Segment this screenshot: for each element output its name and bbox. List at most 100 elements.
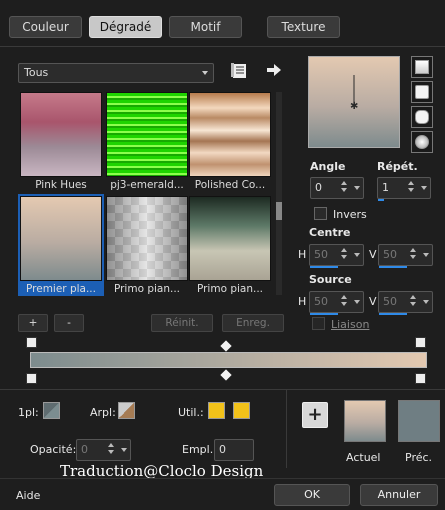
repeat-label: Répét. <box>377 160 418 173</box>
gradient-color-stop-right[interactable] <box>415 373 426 384</box>
gradient-thumb-primo-piano-2[interactable] <box>189 196 271 281</box>
spinner-arrows-icon[interactable] <box>408 247 418 263</box>
source-h-slider-bar[interactable] <box>310 313 338 315</box>
foreground-stop-icon[interactable] <box>43 402 60 419</box>
section-divider <box>0 389 445 390</box>
style-rectangular-button[interactable] <box>411 81 433 103</box>
gradient-label: Primo pian... <box>196 283 264 295</box>
footer-divider <box>0 478 445 479</box>
angle-input[interactable]: 0 <box>310 177 364 199</box>
gradient-label: Premier pla... <box>26 283 96 295</box>
tab-degrade[interactable]: Dégradé <box>89 16 162 38</box>
opacity-label: Opacité: <box>30 443 77 456</box>
center-h-slider-bar[interactable] <box>310 266 338 268</box>
source-v-input[interactable]: 50 <box>378 291 433 315</box>
gradient-thumb-premier-plan[interactable] <box>20 196 102 281</box>
angle-value: 0 <box>315 181 322 194</box>
gradient-color-stop-left[interactable] <box>26 373 37 384</box>
tab-motif[interactable]: Motif <box>169 16 242 38</box>
gradient-thumb-primo-piano-1[interactable] <box>106 196 188 281</box>
opacity-input[interactable]: 0 <box>76 439 131 461</box>
source-v-label: V <box>369 295 377 308</box>
gradient-preview[interactable]: ✱ <box>308 56 400 148</box>
spinner-arrows-icon[interactable] <box>408 294 418 310</box>
ok-button[interactable]: OK <box>274 484 350 506</box>
chevron-down-icon[interactable] <box>354 300 360 304</box>
opacity-midpoint-marker[interactable] <box>220 340 232 352</box>
style-sunburst-button[interactable] <box>411 106 433 128</box>
gradient-editor-bar[interactable] <box>30 352 427 368</box>
reset-button[interactable]: Réinit. <box>151 314 213 332</box>
chevron-down-icon[interactable] <box>354 253 360 257</box>
user-color-label: Util.: <box>178 406 204 419</box>
help-link[interactable]: Aide <box>16 489 40 502</box>
chevron-down-icon[interactable] <box>423 253 429 257</box>
spinner-arrows-icon[interactable] <box>106 442 116 458</box>
tab-texture[interactable]: Texture <box>267 16 340 38</box>
category-select[interactable]: Tous <box>18 63 214 83</box>
remove-gradient-button[interactable]: - <box>54 314 84 332</box>
svg-text:✱: ✱ <box>350 101 358 112</box>
thumbnail-scrollbar[interactable] <box>276 92 282 295</box>
add-gradient-button[interactable]: + <box>18 314 48 332</box>
user-color-swatch-alt[interactable] <box>233 402 250 419</box>
chevron-down-icon <box>202 71 208 75</box>
background-stop-icon[interactable] <box>118 402 135 419</box>
cancel-button[interactable]: Annuler <box>360 484 438 506</box>
chevron-down-icon[interactable] <box>121 448 127 452</box>
gradient-opacity-stop-right[interactable] <box>415 337 426 348</box>
tab-divider <box>0 46 445 47</box>
center-v-slider-bar[interactable] <box>379 266 407 268</box>
spinner-arrows-icon[interactable] <box>406 180 416 196</box>
source-v-slider-bar[interactable] <box>379 313 407 315</box>
chevron-down-icon[interactable] <box>421 186 427 190</box>
angle-label: Angle <box>310 160 346 173</box>
location-value: 0 <box>219 443 226 456</box>
chevron-down-icon[interactable] <box>423 300 429 304</box>
invert-checkbox[interactable] <box>314 207 327 220</box>
link-label: Liaison <box>331 318 370 331</box>
center-v-label: V <box>369 248 377 261</box>
save-button[interactable]: Enreg. <box>222 314 284 332</box>
center-h-value: 50 <box>314 248 328 261</box>
center-v-input[interactable]: 50 <box>378 244 433 268</box>
add-swatch-button[interactable]: + <box>302 402 328 428</box>
color-midpoint-marker[interactable] <box>220 369 232 381</box>
category-select-value: Tous <box>24 66 49 79</box>
location-label: Empl.: <box>182 443 217 456</box>
center-label: Centre <box>309 226 351 239</box>
center-v-value: 50 <box>383 248 397 261</box>
scrollbar-thumb[interactable] <box>276 202 282 220</box>
gradient-thumb-polished-copper[interactable] <box>189 92 271 177</box>
center-h-label: H <box>298 248 307 261</box>
source-h-value: 50 <box>314 295 328 308</box>
user-color-swatch[interactable] <box>208 402 225 419</box>
gradient-label: Primo pian... <box>113 283 181 295</box>
repeat-slider-bar[interactable] <box>378 199 384 201</box>
center-h-input[interactable]: 50 <box>309 244 364 268</box>
source-h-input[interactable]: 50 <box>309 291 364 315</box>
previous-gradient-swatch[interactable] <box>398 400 440 442</box>
gradient-editor-fill <box>31 353 426 367</box>
resource-library-icon[interactable] <box>231 62 249 80</box>
spinner-arrows-icon[interactable] <box>339 294 349 310</box>
gradient-thumb-pink-hues[interactable] <box>20 92 102 177</box>
source-v-value: 50 <box>383 295 397 308</box>
current-gradient-swatch[interactable] <box>344 400 386 442</box>
tab-couleur[interactable]: Couleur <box>9 16 82 38</box>
foreground-stop-label: 1pl: <box>18 406 39 419</box>
gradient-thumb-emerald[interactable] <box>106 92 188 177</box>
opacity-value: 0 <box>81 443 88 456</box>
link-checkbox[interactable] <box>312 317 325 330</box>
style-linear-button[interactable] <box>411 56 433 78</box>
spinner-arrows-icon[interactable] <box>339 247 349 263</box>
arrow-right-icon[interactable] <box>266 62 282 78</box>
location-input[interactable]: 0 <box>214 439 254 461</box>
gradient-opacity-stop-left[interactable] <box>26 337 37 348</box>
repeat-input[interactable]: 1 <box>377 177 431 201</box>
previous-label: Préc. <box>405 451 433 464</box>
spinner-arrows-icon[interactable] <box>339 180 349 196</box>
gradient-label: Pink Hues <box>35 179 87 191</box>
style-radial-button[interactable] <box>411 131 433 153</box>
chevron-down-icon[interactable] <box>354 186 360 190</box>
